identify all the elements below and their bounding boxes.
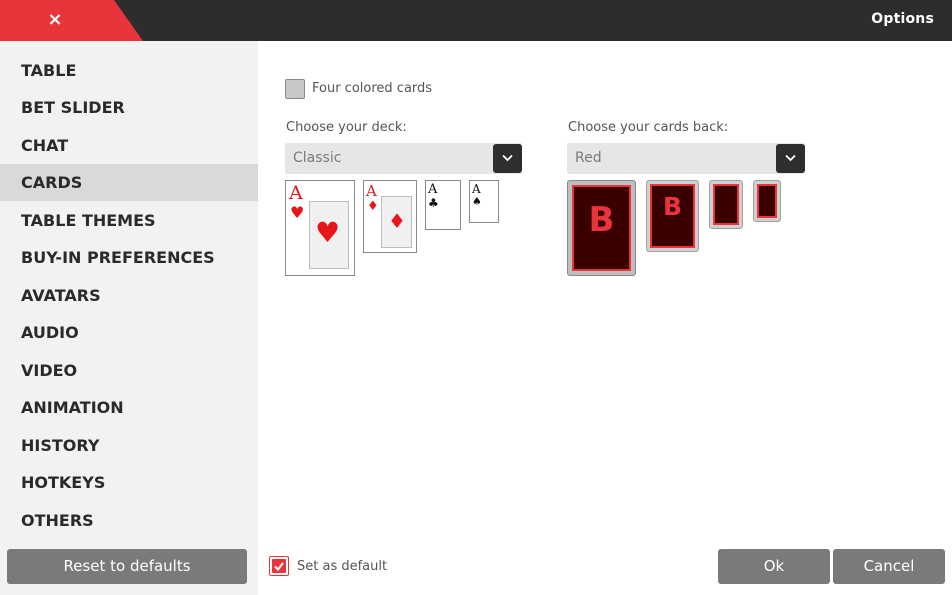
sidebar-item-cards[interactable]: CARDS (0, 164, 258, 201)
cards-settings-panel: Four colored cards Choose your deck: Cla… (258, 41, 952, 595)
sidebar-item-hotkeys[interactable]: HOTKEYS (0, 464, 258, 501)
club-icon: ♣ (428, 196, 439, 210)
ace-rank: A (366, 182, 377, 200)
deck-size-4-option[interactable]: A ♠ (469, 180, 499, 223)
chevron-down-icon (776, 144, 805, 173)
ok-button[interactable]: Ok (718, 549, 830, 584)
card-back-size-2-option[interactable]: B (646, 180, 699, 252)
four-colored-cards-checkbox[interactable] (285, 79, 305, 99)
logo-b-icon: B (588, 200, 615, 240)
window-title: Options (871, 11, 934, 27)
diamond-icon: ♦ (388, 209, 406, 233)
deck-size-1-option[interactable]: A ♥ ♥ (285, 180, 355, 276)
set-default-label: Set as default (297, 559, 388, 574)
card-back-label: Choose your cards back: (568, 120, 729, 135)
card-back-size-4-option[interactable] (753, 180, 781, 222)
heart-icon: ♥ (315, 216, 341, 249)
sidebar-item-table[interactable]: TABLE (0, 52, 258, 89)
heart-icon: ♥ (290, 203, 305, 222)
sidebar-item-animation[interactable]: ANIMATION (0, 389, 258, 426)
deck-size-2-option[interactable]: A ♦ ♦ (363, 180, 417, 253)
sidebar-item-chat[interactable]: CHAT (0, 127, 258, 164)
logo-b-icon: B (662, 192, 683, 221)
sidebar-item-others[interactable]: OTHERS (0, 502, 258, 539)
reset-defaults-button[interactable]: Reset to defaults (7, 549, 247, 584)
card-back-select-value: Red (575, 150, 602, 166)
close-button[interactable]: × (0, 0, 143, 41)
cancel-button[interactable]: Cancel (833, 549, 945, 584)
chevron-down-icon (493, 144, 522, 173)
deck-label: Choose your deck: (286, 120, 407, 135)
title-bar: × Options (0, 0, 952, 41)
sidebar-item-avatars[interactable]: AVATARS (0, 277, 258, 314)
set-default-checkbox[interactable] (269, 556, 289, 576)
deck-size-3-option[interactable]: A ♣ (425, 180, 461, 230)
deck-select[interactable]: Classic (285, 143, 522, 174)
sidebar: TABLE BET SLIDER CHAT CARDS TABLE THEMES… (0, 41, 258, 595)
sidebar-item-history[interactable]: HISTORY (0, 427, 258, 464)
four-colored-cards-label: Four colored cards (312, 81, 433, 96)
close-icon: × (47, 9, 63, 30)
sidebar-item-table-themes[interactable]: TABLE THEMES (0, 202, 258, 239)
card-back-size-3-option[interactable] (709, 180, 743, 229)
sidebar-item-buy-in-preferences[interactable]: BUY-IN PREFERENCES (0, 239, 258, 276)
sidebar-item-audio[interactable]: AUDIO (0, 314, 258, 351)
diamond-icon: ♦ (367, 199, 379, 214)
deck-select-value: Classic (293, 150, 342, 166)
ace-rank: A (472, 182, 481, 196)
card-back-select[interactable]: Red (567, 143, 805, 174)
sidebar-item-video[interactable]: VIDEO (0, 352, 258, 389)
sidebar-item-bet-slider[interactable]: BET SLIDER (0, 89, 258, 126)
spade-icon: ♠ (472, 195, 482, 208)
ace-rank: A (289, 182, 303, 204)
card-back-size-1-option[interactable]: B (567, 180, 636, 276)
ace-rank: A (428, 182, 438, 197)
